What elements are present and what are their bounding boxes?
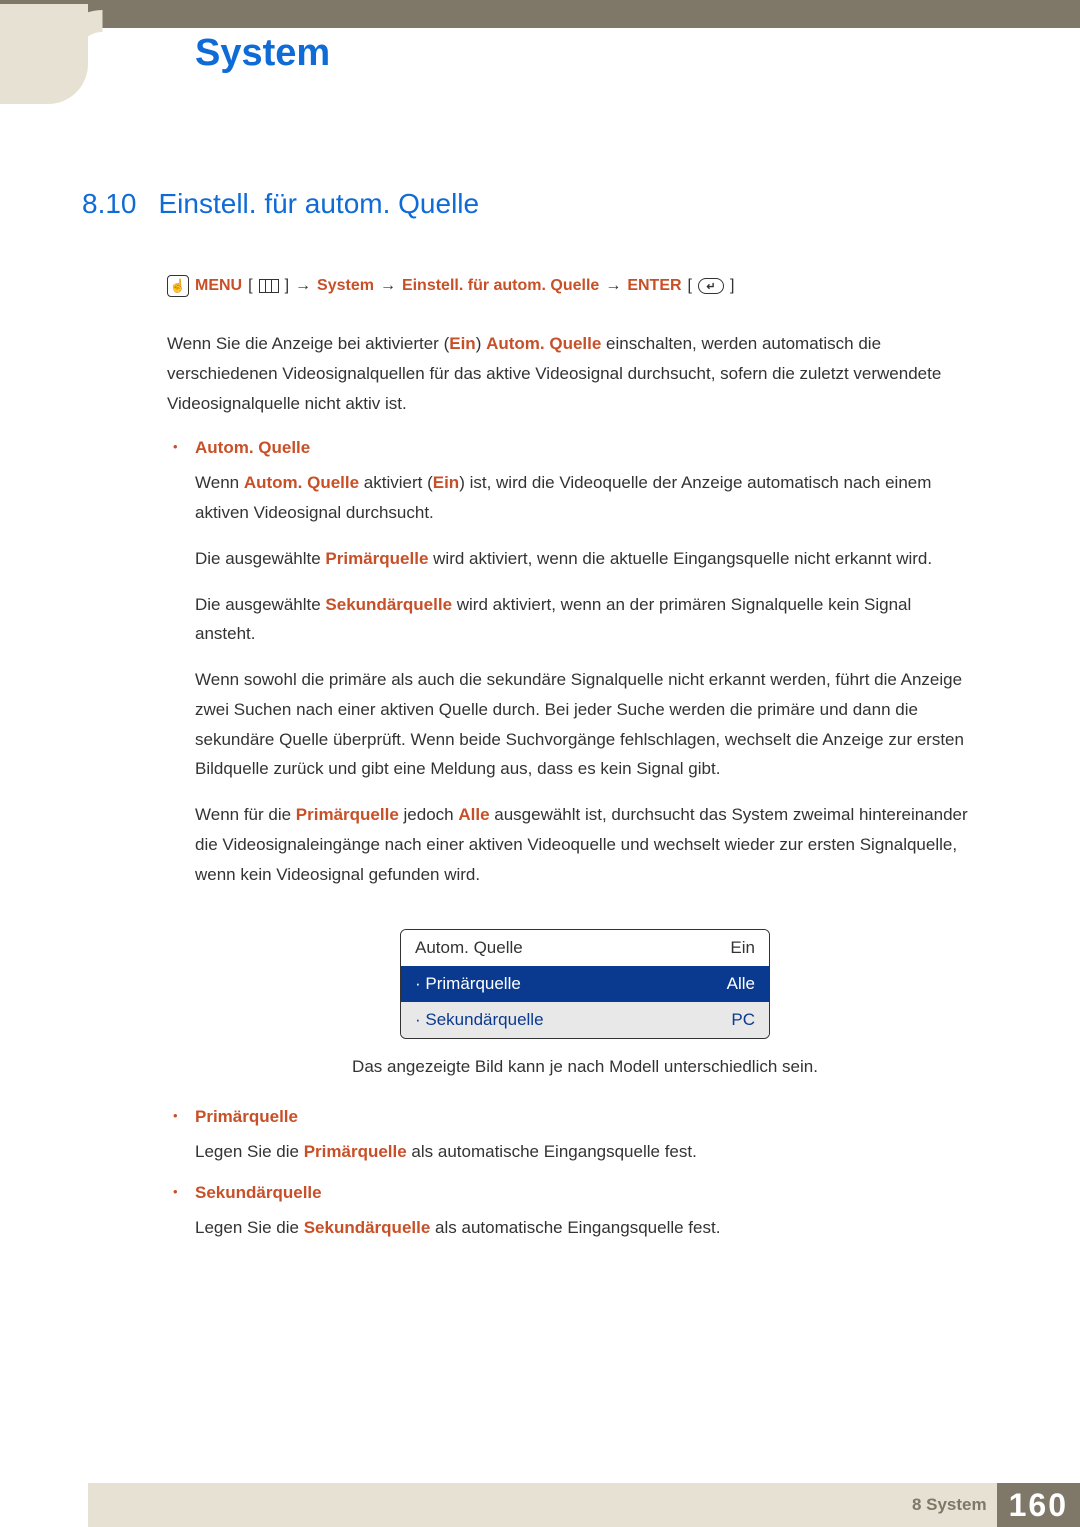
bullet-title-autom: Autom. Quelle xyxy=(195,438,975,458)
arrow-icon: → xyxy=(605,277,621,295)
intro-text: Wenn Sie die Anzeige bei aktivierter ( xyxy=(167,334,449,353)
intro-text: ) xyxy=(476,334,486,353)
autom-p5: Wenn für die Primärquelle jedoch Alle au… xyxy=(195,800,975,889)
page-footer: 8 System 160 xyxy=(88,1483,1080,1527)
menu-grid-icon xyxy=(259,279,279,293)
hand-icon: ☝ xyxy=(167,275,189,297)
section-title: Einstell. für autom. Quelle xyxy=(159,188,480,220)
menu-row-value: PC xyxy=(731,1010,755,1030)
text: Legen Sie die xyxy=(195,1142,304,1161)
menu-row-label: · Sekundärquelle xyxy=(415,1010,544,1030)
highlight: Ein xyxy=(433,473,459,492)
menu-row-label: · Primärquelle xyxy=(415,974,521,994)
nav-enter-label: ENTER xyxy=(627,277,681,295)
footer-page-number: 160 xyxy=(997,1483,1080,1527)
list-item-primaerquelle: Primärquelle Legen Sie die Primärquelle … xyxy=(167,1107,975,1167)
footer-chapter-label: 8 System xyxy=(912,1495,987,1515)
text: Wenn xyxy=(195,473,244,492)
text: als automatische Eingangsquelle fest. xyxy=(430,1218,720,1237)
autom-p4: Wenn sowohl die primäre als auch die sek… xyxy=(195,665,975,784)
section-number: 8.10 xyxy=(82,188,137,220)
text: Die ausgewählte xyxy=(195,549,325,568)
menu-row-label: Autom. Quelle xyxy=(415,938,523,958)
text: jedoch xyxy=(399,805,459,824)
osd-menu-box: Autom. Quelle Ein · Primärquelle Alle · … xyxy=(400,929,770,1039)
intro-paragraph: Wenn Sie die Anzeige bei aktivierter (Ei… xyxy=(167,329,975,418)
text: Die ausgewählte xyxy=(195,595,325,614)
bullet-title-secondary: Sekundärquelle xyxy=(195,1183,975,1203)
intro-autom-quelle: Autom. Quelle xyxy=(486,334,601,353)
bullet-list: Autom. Quelle Wenn Autom. Quelle aktivie… xyxy=(167,438,975,1243)
menu-row-primaerquelle: · Primärquelle Alle xyxy=(401,966,769,1002)
intro-ein: Ein xyxy=(449,334,475,353)
top-header-bar xyxy=(0,0,1080,28)
menu-row-sekundaerquelle: · Sekundärquelle PC xyxy=(401,1002,769,1038)
text: wird aktiviert, wenn die aktuelle Eingan… xyxy=(428,549,932,568)
bracket-open: [ xyxy=(248,277,252,295)
autom-p3: Die ausgewählte Sekundärquelle wird akti… xyxy=(195,590,975,650)
menu-navigation-path: ☝ MENU [] → System → Einstell. für autom… xyxy=(167,275,975,297)
menu-row-autom-quelle: Autom. Quelle Ein xyxy=(401,930,769,966)
nav-menu-label: MENU xyxy=(195,277,242,295)
enter-icon: ↵ xyxy=(698,278,724,294)
highlight: Sekundärquelle xyxy=(304,1218,431,1237)
highlight: Primärquelle xyxy=(325,549,428,568)
primary-text: Legen Sie die Primärquelle als automatis… xyxy=(195,1137,975,1167)
arrow-icon: → xyxy=(380,277,396,295)
highlight: Primärquelle xyxy=(304,1142,407,1161)
chapter-title: System xyxy=(195,32,330,75)
highlight: Alle xyxy=(458,805,489,824)
secondary-text: Legen Sie die Sekundärquelle als automat… xyxy=(195,1213,975,1243)
autom-p2: Die ausgewählte Primärquelle wird aktivi… xyxy=(195,544,975,574)
menu-row-value: Ein xyxy=(730,938,755,958)
highlight: Autom. Quelle xyxy=(244,473,359,492)
list-item-autom-quelle: Autom. Quelle Wenn Autom. Quelle aktivie… xyxy=(167,438,975,1077)
text: Wenn für die xyxy=(195,805,296,824)
nav-step-system: System xyxy=(317,277,374,295)
highlight: Primärquelle xyxy=(296,805,399,824)
text: Legen Sie die xyxy=(195,1218,304,1237)
image-caption: Das angezeigte Bild kann je nach Modell … xyxy=(195,1057,975,1077)
highlight: Sekundärquelle xyxy=(325,595,452,614)
autom-p1: Wenn Autom. Quelle aktiviert (Ein) ist, … xyxy=(195,468,975,528)
nav-step-einstell: Einstell. für autom. Quelle xyxy=(402,277,599,295)
bracket-open: [ xyxy=(688,277,692,295)
bracket-close: ] xyxy=(285,277,289,295)
text: aktiviert ( xyxy=(359,473,433,492)
bracket-close: ] xyxy=(730,277,734,295)
section-heading-row: 8.10 Einstell. für autom. Quelle xyxy=(82,188,975,220)
page-content: 8.10 Einstell. für autom. Quelle ☝ MENU … xyxy=(82,188,975,1259)
text: als automatische Eingangsquelle fest. xyxy=(407,1142,697,1161)
list-item-sekundaerquelle: Sekundärquelle Legen Sie die Sekundärque… xyxy=(167,1183,975,1243)
bullet-title-primary: Primärquelle xyxy=(195,1107,975,1127)
menu-row-value: Alle xyxy=(727,974,755,994)
arrow-icon: → xyxy=(295,277,311,295)
